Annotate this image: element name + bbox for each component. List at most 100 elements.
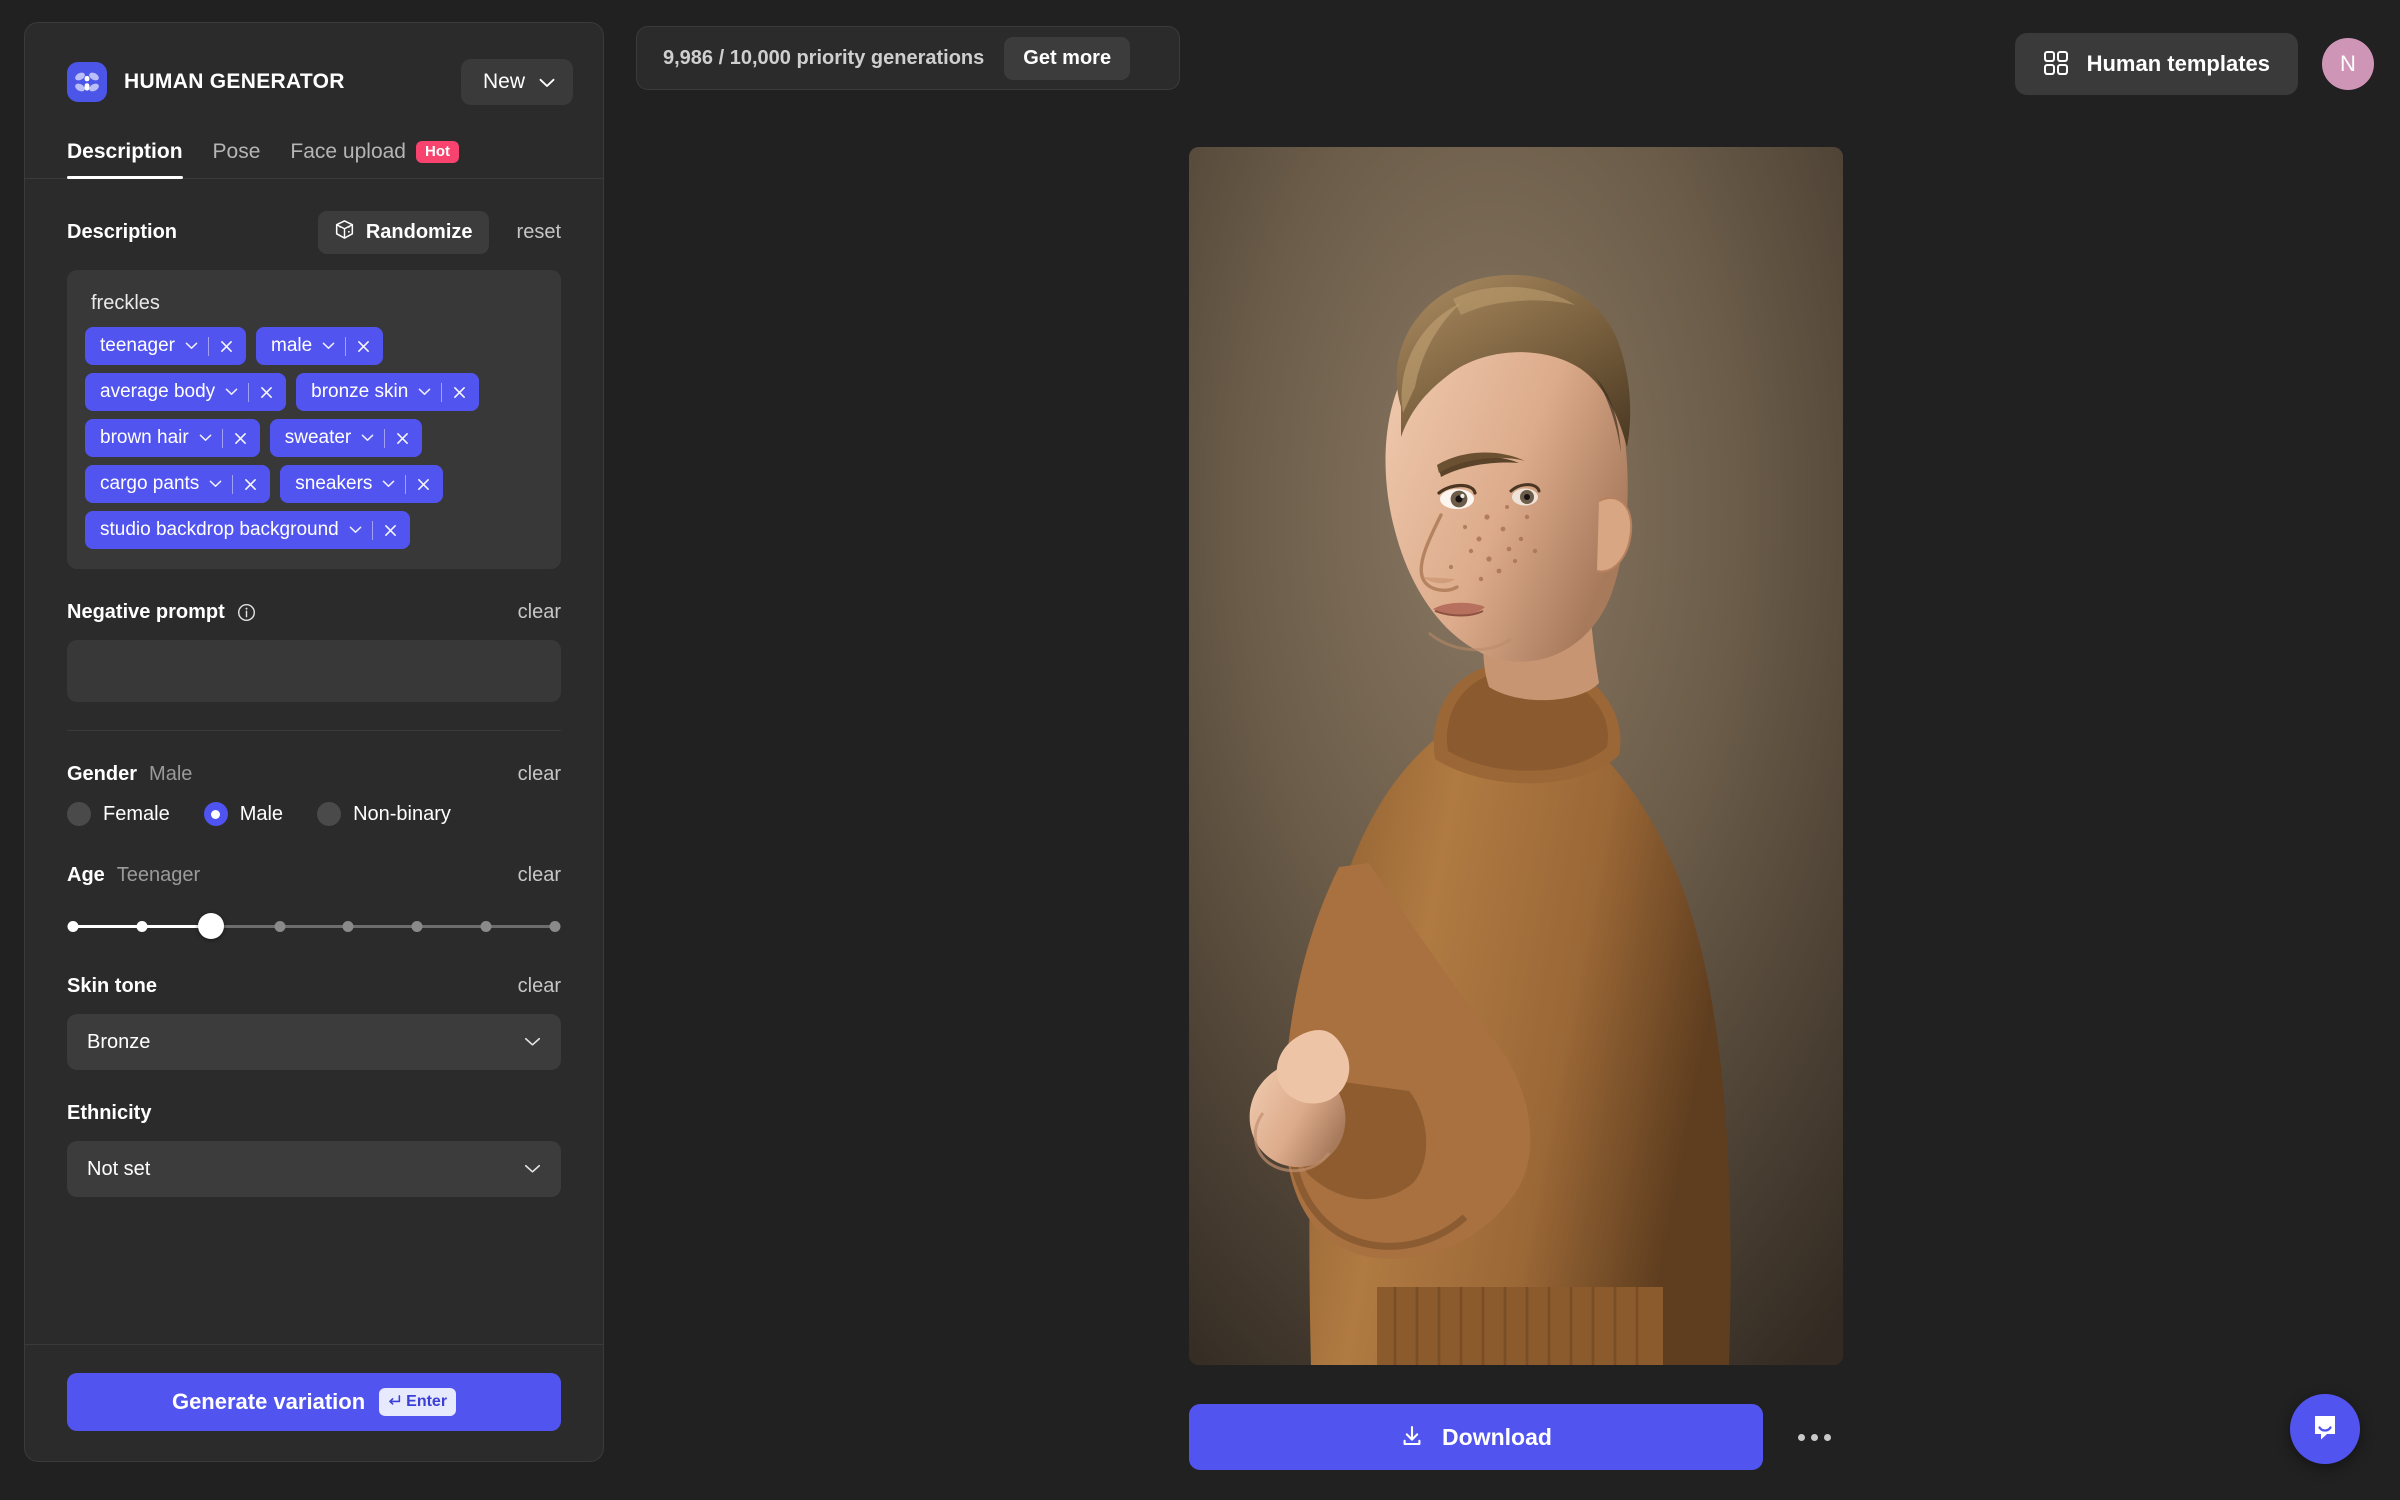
chevron-down-icon[interactable]: [418, 388, 431, 396]
prompt-box[interactable]: freckles teenager male average body bron…: [67, 270, 561, 569]
chevron-down-icon[interactable]: [209, 480, 222, 488]
ethnicity-value: Not set: [87, 1157, 151, 1180]
chevron-down-icon[interactable]: [349, 526, 362, 534]
chevron-down-icon[interactable]: [185, 342, 198, 350]
new-button[interactable]: New: [460, 59, 573, 105]
close-icon[interactable]: [453, 386, 466, 399]
negative-prompt-header: Negative prompt clear: [67, 569, 561, 640]
skin-tone-clear-button[interactable]: clear: [518, 975, 561, 998]
prompt-chip[interactable]: sneakers: [280, 465, 444, 503]
description-title: Description: [67, 221, 178, 243]
age-slider-tick[interactable]: [274, 920, 286, 932]
prompt-chip[interactable]: male: [256, 327, 384, 365]
randomize-button[interactable]: Randomize: [317, 211, 489, 254]
skin-tone-header: Skin tone clear: [67, 943, 561, 1014]
skin-tone-select[interactable]: Bronze: [67, 1014, 561, 1070]
prompt-chip[interactable]: studio backdrop background: [85, 511, 410, 549]
close-icon[interactable]: [396, 432, 409, 445]
age-slider[interactable]: [67, 909, 561, 943]
hot-badge: Hot: [416, 141, 459, 163]
radio-icon-selected: [203, 802, 228, 826]
avatar-initial: N: [2340, 51, 2356, 76]
close-icon[interactable]: [260, 386, 273, 399]
chip-divider: [232, 474, 234, 494]
prompt-chip[interactable]: brown hair: [85, 419, 260, 457]
get-more-button[interactable]: Get more: [1004, 36, 1131, 80]
close-icon[interactable]: [244, 478, 257, 491]
close-icon[interactable]: [357, 340, 370, 353]
gender-title: Gender: [67, 763, 138, 785]
ethnicity-select[interactable]: Not set: [67, 1141, 561, 1197]
chip-divider: [441, 382, 443, 402]
gender-section: Gender Male clear Female Male Non-binary: [25, 731, 603, 832]
chip-divider: [405, 474, 407, 494]
credits-pill: 9,986 / 10,000 priority generations Get …: [636, 26, 1180, 90]
prompt-chip-list: teenager male average body bronze skin b…: [85, 327, 543, 549]
generate-variation-label: Generate variation: [171, 1389, 366, 1414]
tab-description[interactable]: Description: [67, 140, 183, 179]
tab-pose[interactable]: Pose: [213, 140, 261, 178]
chip-label: teenager: [100, 335, 176, 356]
generate-variation-button[interactable]: Generate variation Enter: [67, 1373, 561, 1431]
info-icon[interactable]: [237, 603, 256, 622]
chip-label: sweater: [284, 427, 352, 448]
gender-option-female[interactable]: Female: [67, 802, 170, 826]
age-slider-thumb[interactable]: [197, 913, 224, 939]
close-icon[interactable]: [384, 524, 397, 537]
reset-button[interactable]: reset: [517, 221, 561, 244]
tab-face-upload[interactable]: Face upload Hot: [290, 140, 459, 178]
download-label: Download: [1442, 1423, 1552, 1450]
chevron-down-icon[interactable]: [361, 434, 374, 442]
prompt-chip[interactable]: average body: [85, 373, 287, 411]
negative-prompt-input[interactable]: [67, 640, 561, 702]
age-title: Age: [67, 864, 105, 886]
chip-divider: [208, 336, 210, 356]
support-chat-button[interactable]: [2290, 1394, 2360, 1464]
age-slider-tick[interactable]: [136, 920, 148, 932]
chip-divider: [248, 382, 250, 402]
age-value: Teenager: [116, 864, 201, 886]
generated-portrait-image: [1189, 147, 1843, 1365]
generated-image-card[interactable]: [1189, 147, 1843, 1365]
negative-prompt-clear-button[interactable]: clear: [518, 601, 561, 624]
chevron-down-icon[interactable]: [225, 388, 238, 396]
prompt-chip[interactable]: bronze skin: [296, 373, 480, 411]
chip-divider: [384, 428, 386, 448]
human-templates-label: Human templates: [2086, 51, 2270, 76]
download-button[interactable]: Download: [1189, 1404, 1763, 1470]
age-slider-tick[interactable]: [480, 920, 492, 932]
chip-divider: [371, 520, 373, 540]
skin-tone-value: Bronze: [87, 1030, 151, 1053]
radio-icon: [67, 802, 91, 826]
ethnicity-header: Ethnicity: [67, 1070, 561, 1141]
prompt-chip[interactable]: sweater: [269, 419, 423, 457]
age-clear-button[interactable]: clear: [518, 864, 561, 887]
avatar[interactable]: N: [2322, 38, 2374, 90]
skin-tone-section: Skin tone clear Bronze: [25, 943, 603, 1070]
age-slider-tick[interactable]: [549, 920, 561, 932]
gender-option-non-binary[interactable]: Non-binary: [317, 802, 451, 826]
brand-row: HUMAN GENERATOR New: [25, 23, 603, 105]
randomize-label: Randomize: [365, 221, 473, 243]
chevron-down-icon[interactable]: [322, 342, 335, 350]
chevron-down-icon: [524, 1164, 541, 1174]
close-icon[interactable]: [417, 478, 430, 491]
prompt-chip[interactable]: teenager: [85, 327, 247, 365]
prompt-chip[interactable]: cargo pants: [85, 465, 271, 503]
description-section: Description Randomize reset freckles tee…: [25, 179, 603, 731]
gender-option-male[interactable]: Male: [203, 802, 283, 826]
ellipsis-icon[interactable]: [1785, 1408, 1843, 1466]
download-icon: [1400, 1424, 1424, 1451]
age-slider-tick[interactable]: [67, 920, 79, 932]
chat-bubble-icon: [2308, 1410, 2342, 1449]
settings-panel: HUMAN GENERATOR New Description Pose Fac…: [24, 22, 604, 1462]
age-slider-tick[interactable]: [411, 920, 423, 932]
human-templates-button[interactable]: Human templates: [2014, 33, 2298, 95]
age-slider-tick[interactable]: [342, 920, 354, 932]
chip-divider: [345, 336, 347, 356]
chevron-down-icon[interactable]: [382, 480, 395, 488]
gender-clear-button[interactable]: clear: [518, 763, 561, 786]
close-icon[interactable]: [234, 432, 247, 445]
chevron-down-icon[interactable]: [199, 434, 212, 442]
close-icon[interactable]: [220, 340, 233, 353]
